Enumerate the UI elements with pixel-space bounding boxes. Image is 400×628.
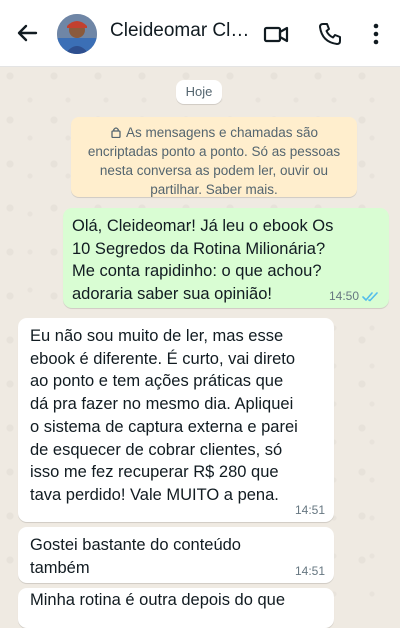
message-text: Eu não sou muito de ler, mas esse ebook … <box>30 327 298 504</box>
video-call-icon[interactable] <box>262 20 290 48</box>
message-bubble-incoming[interactable]: Minha rotina é outra depois do que <box>18 588 334 628</box>
message-bubble-incoming[interactable]: Gostei bastante do conteúdo também 14:51 <box>18 527 334 583</box>
message-bubble-outgoing[interactable]: Olá, Cleideomar! Já leu o ebook Os 10 Se… <box>63 208 389 308</box>
message-bubble-incoming[interactable]: Eu não sou muito de ler, mas esse ebook … <box>18 318 334 522</box>
message-text: Minha rotina é outra depois do que <box>30 591 286 609</box>
message-meta: 14:50 <box>329 289 380 303</box>
back-arrow-icon[interactable] <box>14 20 40 46</box>
chat-header: Cleideomar Clientes <box>0 0 400 67</box>
date-separator: Hoje <box>176 80 222 104</box>
message-time: 14:50 <box>328 289 359 303</box>
message-time: 14:51 <box>294 564 325 578</box>
contact-avatar[interactable] <box>57 14 97 54</box>
more-options-icon[interactable] <box>362 20 390 48</box>
read-receipt-icon <box>362 291 380 302</box>
lock-icon <box>110 124 122 139</box>
contact-name[interactable]: Cleideomar Clientes <box>110 20 250 42</box>
message-meta: 14:51 <box>295 503 325 517</box>
encryption-notice[interactable]: As mensagens e chamadas são encriptadas … <box>71 117 357 197</box>
message-time: 14:51 <box>294 503 325 517</box>
message-meta: 14:51 <box>295 564 325 578</box>
message-text: Gostei bastante do conteúdo também <box>30 536 241 577</box>
encryption-notice-text: As mensagens e chamadas são encriptadas … <box>87 125 341 197</box>
voice-call-icon[interactable] <box>316 20 344 48</box>
